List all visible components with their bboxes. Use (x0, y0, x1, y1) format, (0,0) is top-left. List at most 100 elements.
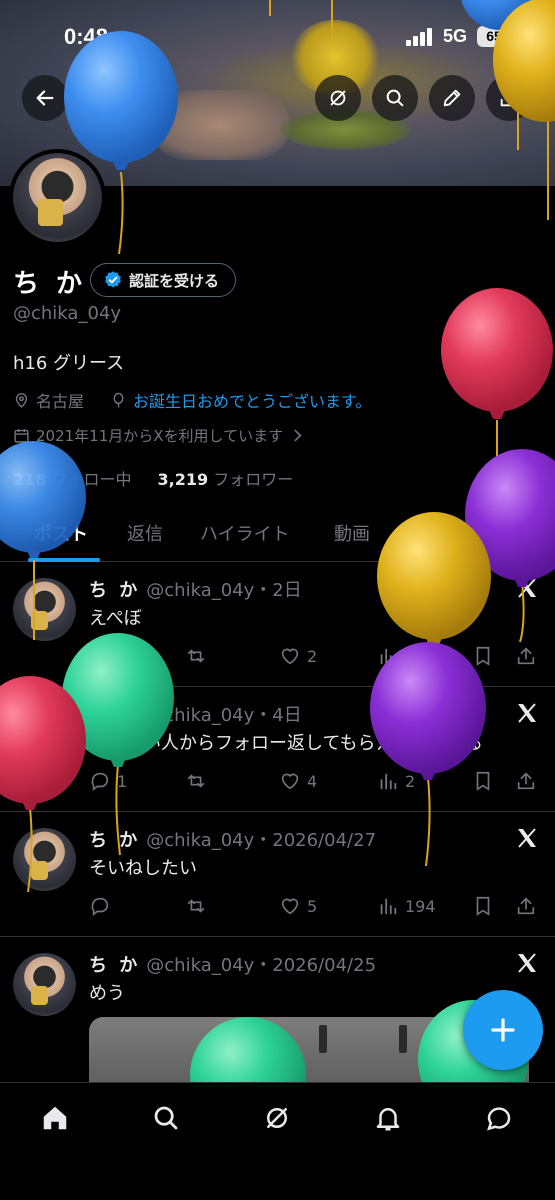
post-meta: @chika_04y・2026/04/27 (146, 830, 377, 851)
post-avatar[interactable] (13, 828, 76, 891)
profile-display-name: ち か (13, 269, 87, 299)
x-logo-icon[interactable] (515, 951, 539, 975)
x-logo-icon[interactable] (515, 826, 539, 850)
post-header: ち か @chika_04y・2日 (89, 576, 302, 602)
compose-button[interactable] (463, 990, 543, 1070)
bookmark-icon (476, 646, 490, 666)
following-link[interactable]: 218 フォロー中 (13, 466, 132, 490)
reply-button[interactable] (89, 895, 111, 917)
x-logo-icon[interactable] (515, 576, 539, 600)
birthday-text[interactable]: お誕生日おめでとうございます。 (133, 388, 371, 412)
share-icon (517, 772, 535, 790)
battery-icon: 65 (477, 26, 511, 47)
avatar-photo (13, 953, 76, 1016)
joined-row[interactable]: 2021年11月からXを利用しています (13, 425, 306, 446)
heart-icon (281, 898, 299, 915)
like-button[interactable]: 2 (279, 645, 317, 667)
post-item[interactable]: ち か @chika_04y・2026/04/27 そいねしたい 5 194 (0, 812, 555, 937)
edit-button[interactable] (429, 75, 475, 121)
repost-button[interactable] (185, 895, 207, 917)
post-avatar[interactable] (13, 953, 76, 1016)
like-button[interactable]: 4 (279, 770, 317, 792)
post-text: かわいい人からフォロー返してもらえるとあがる (89, 733, 484, 754)
profile-bio: h16 グリース (13, 353, 125, 374)
repost-icon (187, 774, 205, 788)
get-verified-button[interactable]: 認証を受ける (90, 263, 237, 297)
balloon-icon (113, 392, 124, 408)
reply-button[interactable]: 1 (89, 645, 127, 667)
post-author: ち か (89, 830, 141, 851)
share-icon (517, 647, 535, 665)
plus-icon (491, 1018, 515, 1042)
views-button[interactable]: 2 (377, 770, 415, 792)
like-count: 2 (307, 646, 318, 666)
share-button[interactable] (486, 75, 532, 121)
messages-icon (487, 1107, 511, 1131)
share-post-button[interactable] (515, 645, 537, 667)
post-meta: @chika_04y・4日 (146, 705, 302, 726)
verify-label: 認証を受ける (129, 271, 220, 290)
post-avatar[interactable] (13, 703, 76, 766)
post-avatar[interactable] (13, 578, 76, 641)
nav-search[interactable] (151, 1103, 181, 1133)
profile-meta: 名古屋 お誕生日おめでとうございます。 (13, 388, 371, 412)
share-post-button[interactable] (515, 770, 537, 792)
tab-images[interactable]: 画像 (410, 520, 446, 546)
status-bar: 0:48 5G 65 (0, 0, 555, 70)
tab-highlights[interactable]: ハイライト (200, 520, 290, 546)
bookmark-icon (476, 896, 490, 916)
follow-stats: 218 フォロー中 3,219 フォロワー (13, 466, 293, 490)
tab-articles[interactable]: 記事 (482, 520, 518, 546)
tab-videos[interactable]: 動画 (334, 520, 370, 546)
profile-tabs: ポスト 返信 ハイライト 動画 画像 記事 (0, 506, 555, 562)
bookmark-button[interactable] (472, 895, 494, 917)
post-text: そいねしたい (89, 858, 197, 879)
post-actions: 1 2 115 (89, 645, 545, 671)
x-logo-icon[interactable] (515, 701, 539, 725)
like-button[interactable]: 5 (279, 895, 317, 917)
views-icon (380, 648, 397, 665)
post-actions: 1 4 2 (89, 770, 545, 796)
bell-icon (376, 1108, 400, 1131)
arrow-left-icon (36, 90, 54, 106)
network-type: 5G (443, 26, 468, 46)
post-item[interactable]: ち か @chika_04y・4日 かわいい人からフォロー返してもらえるとあがる … (0, 687, 555, 812)
nav-grok[interactable] (262, 1103, 292, 1133)
grok-button[interactable] (315, 75, 361, 121)
share-post-button[interactable] (515, 895, 537, 917)
views-button[interactable]: 194 (377, 895, 436, 917)
share-icon (500, 89, 518, 107)
views-icon (380, 898, 397, 915)
tab-replies[interactable]: 返信 (127, 520, 163, 546)
view-count: 194 (405, 896, 436, 916)
post-header: ち か @chika_04y・2026/04/25 (89, 951, 376, 977)
repost-button[interactable] (185, 770, 207, 792)
banner-hand (150, 90, 290, 160)
heart-icon (281, 773, 299, 790)
bookmark-button[interactable] (472, 770, 494, 792)
bookmark-button[interactable] (472, 645, 494, 667)
nav-home[interactable] (40, 1103, 70, 1133)
chevron-right-icon (294, 429, 302, 442)
location-text: 名古屋 (36, 392, 85, 411)
tab-posts[interactable]: ポスト (34, 520, 88, 546)
reply-button[interactable]: 1 (89, 770, 127, 792)
reply-icon (91, 772, 109, 791)
search-button[interactable] (372, 75, 418, 121)
nav-messages[interactable] (484, 1103, 514, 1133)
repost-button[interactable] (185, 645, 207, 667)
search-icon (154, 1106, 178, 1130)
grok-icon (330, 90, 346, 106)
post-meta: @chika_04y・2日 (146, 580, 302, 601)
followers-link[interactable]: 3,219 フォロワー (158, 466, 294, 490)
post-meta: @chika_04y・2026/04/25 (146, 955, 377, 976)
profile-avatar[interactable] (9, 149, 106, 246)
avatar-photo (13, 578, 76, 641)
nav-notifications[interactable] (373, 1103, 403, 1133)
following-label: フォロー中 (51, 470, 132, 489)
views-button[interactable]: 115 (377, 645, 436, 667)
followers-count: 3,219 (157, 470, 209, 489)
post-item[interactable]: ち か @chika_04y・2日 えぺぼ 1 2 115 (0, 562, 555, 687)
bottom-navigation (0, 1082, 555, 1200)
back-button[interactable] (22, 75, 68, 121)
